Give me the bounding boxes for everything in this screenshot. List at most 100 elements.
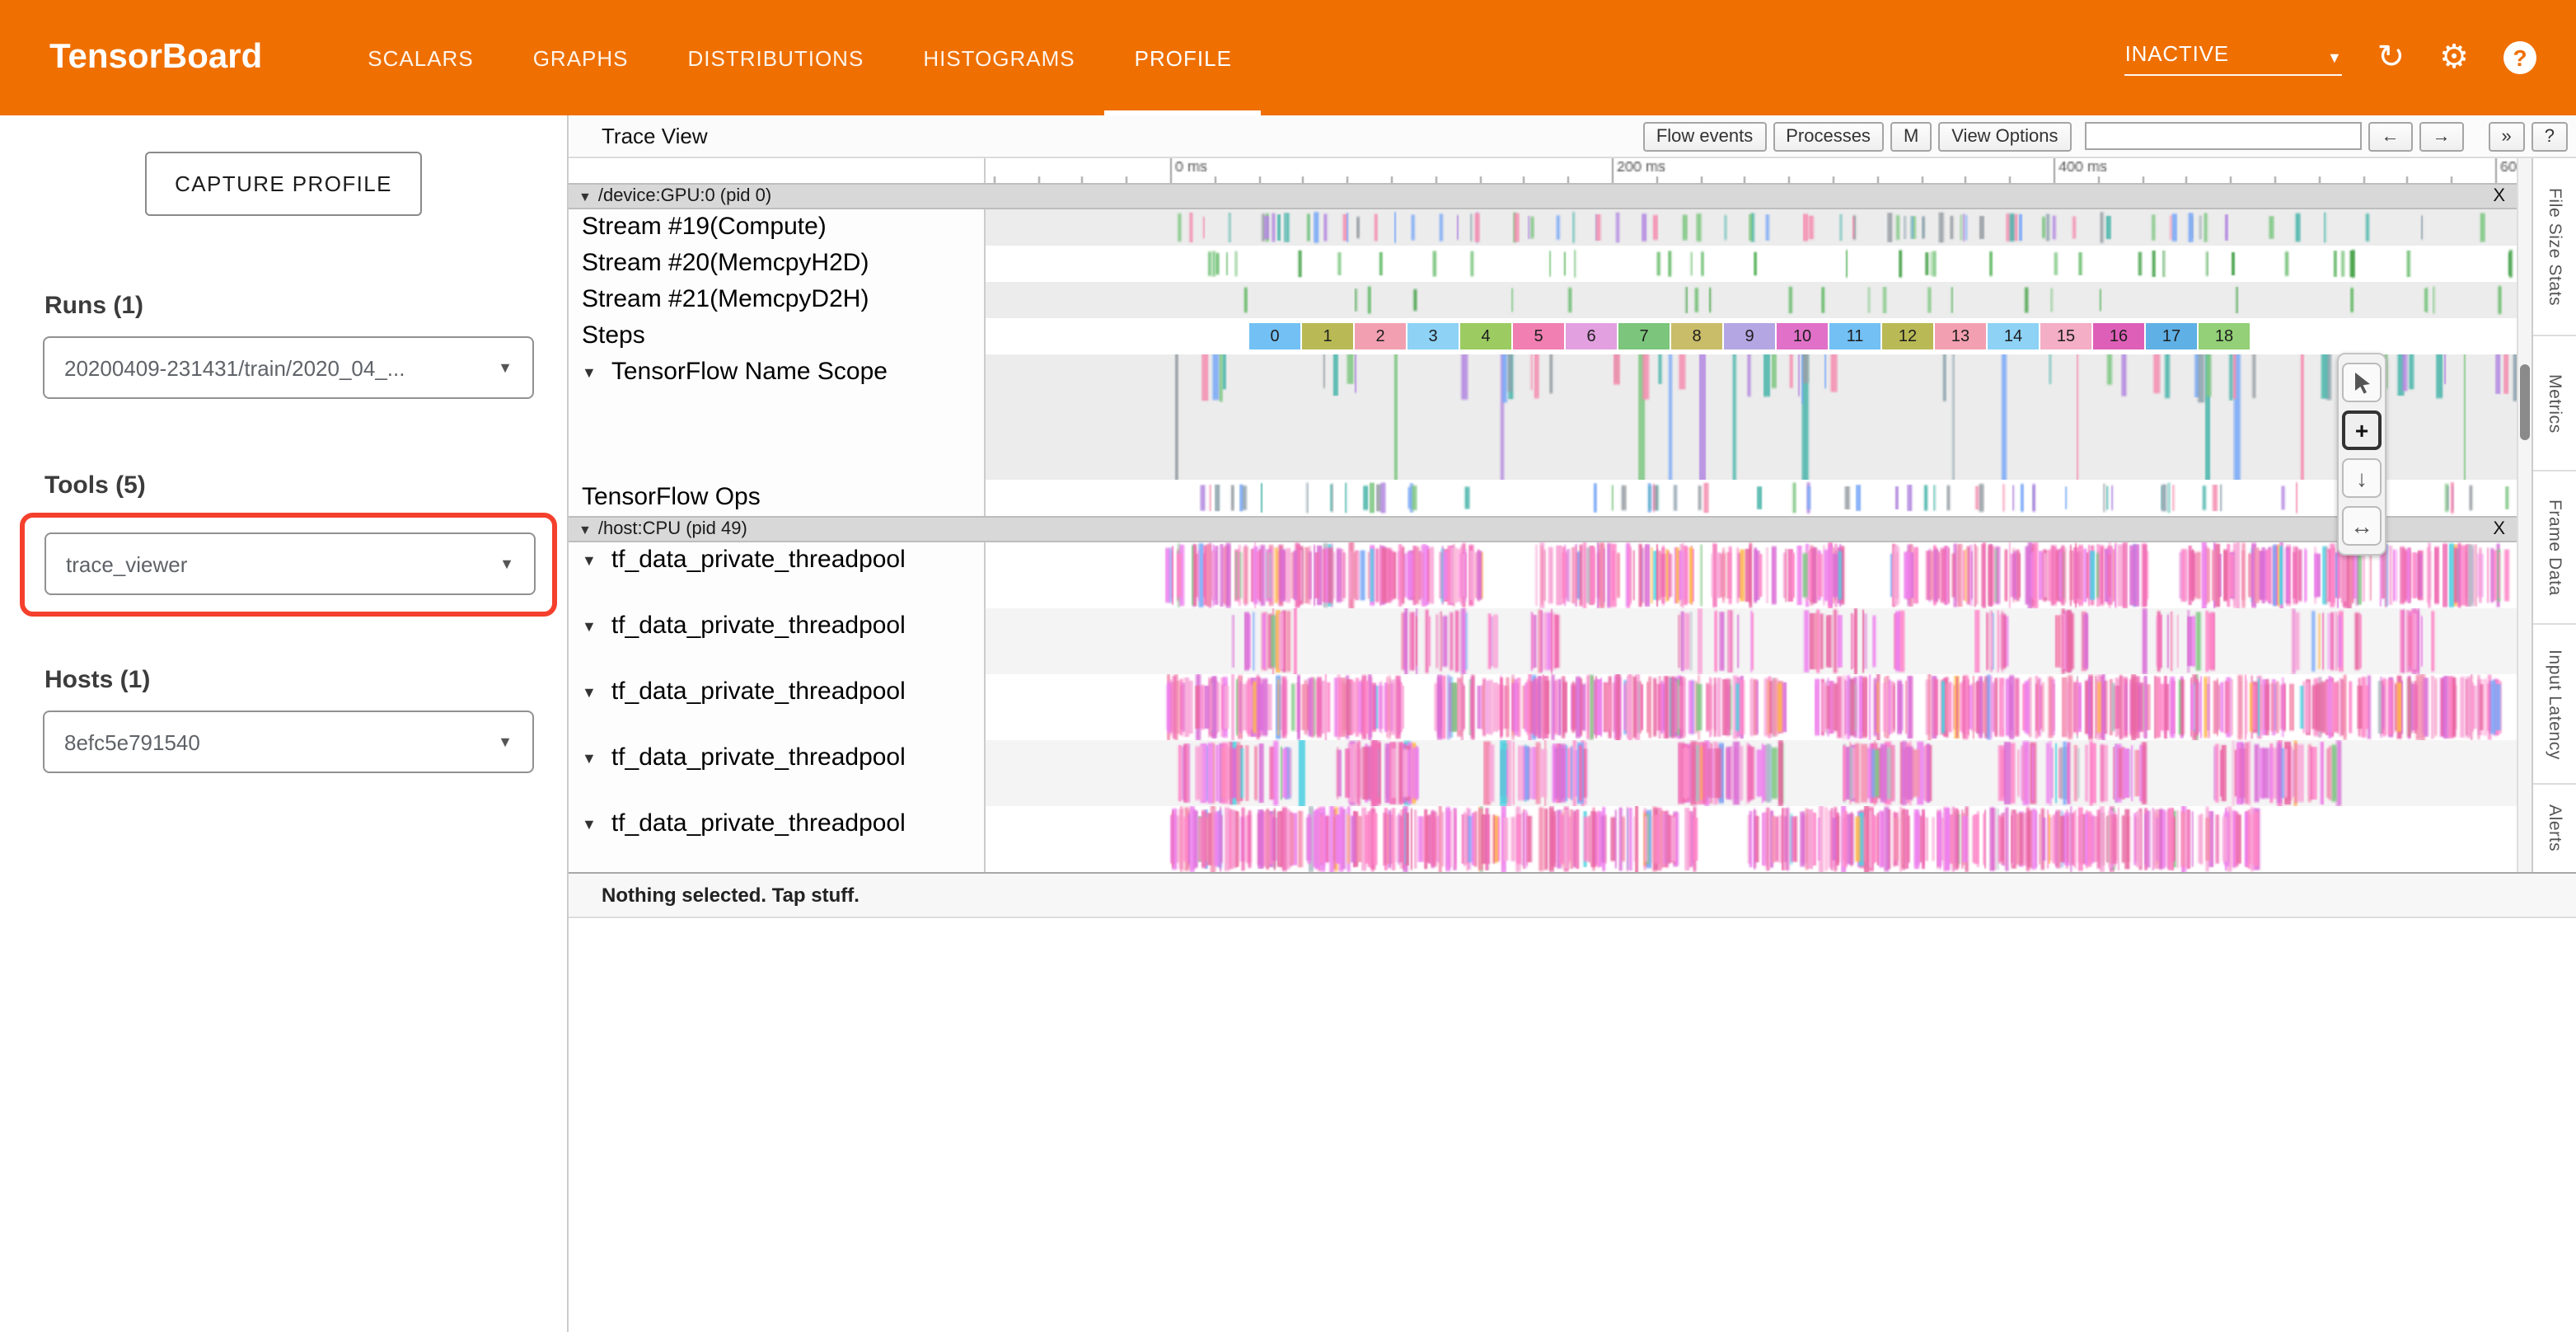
row-label-threadpool-5[interactable]: ▼ tf_data_private_threadpool	[569, 806, 986, 872]
close-icon[interactable]: X	[2493, 186, 2505, 206]
step-block[interactable]: 15	[2040, 323, 2091, 349]
row-track	[986, 246, 2517, 282]
refresh-icon[interactable]: ↻	[2377, 41, 2405, 74]
trace-row-threadpool: ▼ tf_data_private_threadpool	[569, 674, 2517, 740]
step-block[interactable]: 12	[1882, 323, 1933, 349]
trace-row-canvas[interactable]	[986, 480, 2517, 516]
scrollbar-thumb[interactable]	[2520, 364, 2530, 440]
timing-tool-button[interactable]: ↔	[2342, 506, 2382, 546]
trace-row-canvas[interactable]	[986, 674, 2517, 740]
pan-tool-button[interactable]: +	[2342, 410, 2382, 450]
row-label-threadpool-3[interactable]: ▼ tf_data_private_threadpool	[569, 674, 986, 740]
row-track	[986, 806, 2517, 872]
step-block[interactable]: 1	[1302, 323, 1353, 349]
trace-row-canvas[interactable]	[986, 542, 2517, 608]
trace-help-button[interactable]: ?	[2532, 121, 2568, 151]
step-block[interactable]: 14	[1988, 323, 2039, 349]
view-options-button[interactable]: View Options	[1938, 121, 2071, 151]
row-label-tensorflow-name-scope[interactable]: ▼ TensorFlow Name Scope	[569, 354, 986, 480]
find-next-button[interactable]: →	[2419, 121, 2464, 151]
row-label-threadpool-2[interactable]: ▼ tf_data_private_threadpool	[569, 608, 986, 674]
collapse-arrow-icon: ▼	[582, 364, 597, 381]
flow-events-button[interactable]: Flow events	[1643, 121, 1766, 151]
collapse-controls-button[interactable]: »	[2489, 121, 2525, 151]
detail-empty-area	[569, 918, 2576, 1332]
row-track	[986, 209, 2517, 246]
row-label-stream-21[interactable]: Stream #21(MemcpyD2H)	[569, 282, 986, 318]
row-label-text: tf_data_private_threadpool	[611, 678, 906, 706]
trace-view-title: Trace View	[602, 124, 708, 148]
trace-toolbar: Trace View Flow events Processes M View …	[569, 115, 2576, 158]
step-block[interactable]: 4	[1460, 323, 1511, 349]
tab-scalars[interactable]: SCALARS	[338, 0, 503, 115]
selection-tool-button[interactable]	[2342, 363, 2382, 402]
gpu-section-header[interactable]: ▼ /device:GPU:0 (pid 0) X	[569, 183, 2517, 209]
trace-search-input[interactable]	[2085, 122, 2362, 150]
chevron-down-icon: ▼	[2327, 49, 2343, 65]
find-previous-button[interactable]: ←	[2368, 121, 2413, 151]
step-block[interactable]: 17	[2146, 323, 2197, 349]
trace-row-canvas[interactable]	[986, 282, 2517, 318]
step-block[interactable]: 10	[1777, 323, 1828, 349]
trace-vertical-scrollbar[interactable]	[2517, 158, 2532, 872]
step-block[interactable]: 0	[1249, 323, 1300, 349]
collapse-arrow-icon: ▼	[578, 522, 592, 537]
trace-row: TensorFlow Ops	[569, 480, 2517, 516]
tab-profile[interactable]: PROFILE	[1105, 0, 1262, 115]
tools-select-value: trace_viewer	[66, 551, 187, 576]
capture-profile-button[interactable]: CAPTURE PROFILE	[145, 152, 422, 216]
gpu-section-title: /device:GPU:0 (pid 0)	[598, 186, 771, 206]
collapse-arrow-icon: ▼	[578, 189, 592, 204]
trace-row-canvas[interactable]	[986, 246, 2517, 282]
detail-pane: Nothing selected. Tap stuff.	[569, 872, 2576, 1332]
cpu-section-header[interactable]: ▼ /host:CPU (pid 49) X	[569, 516, 2517, 542]
trace-row-canvas[interactable]	[986, 806, 2517, 872]
row-label-steps[interactable]: Steps	[569, 318, 986, 354]
step-block[interactable]: 11	[1829, 323, 1880, 349]
tab-graphs[interactable]: GRAPHS	[503, 0, 658, 115]
collapse-arrow-icon: ▼	[582, 750, 597, 767]
side-tab-input-latency[interactable]: Input Latency	[2533, 625, 2576, 785]
step-block[interactable]: 5	[1513, 323, 1564, 349]
step-block[interactable]: 7	[1618, 323, 1670, 349]
step-block[interactable]: 8	[1671, 323, 1722, 349]
step-block[interactable]: 3	[1407, 323, 1459, 349]
metadata-button[interactable]: M	[1890, 121, 1932, 151]
chevron-down-icon: ▼	[498, 734, 513, 750]
step-block[interactable]: 16	[2093, 323, 2144, 349]
row-label-tensorflow-ops[interactable]: TensorFlow Ops	[569, 480, 986, 516]
hosts-select-value: 8efc5e791540	[64, 729, 200, 754]
trace-row-canvas[interactable]	[986, 354, 2517, 480]
side-tab-alerts[interactable]: Alerts	[2533, 785, 2576, 872]
tools-select[interactable]: trace_viewer ▼	[44, 532, 536, 595]
runs-select[interactable]: 20200409-231431/train/2020_04_... ▼	[43, 336, 534, 399]
step-block[interactable]: 13	[1935, 323, 1986, 349]
run-status-dropdown[interactable]: INACTIVE ▼	[2125, 40, 2343, 75]
runs-label: Runs (1)	[44, 292, 567, 320]
close-icon[interactable]: X	[2493, 519, 2505, 539]
help-icon[interactable]: ?	[2503, 41, 2536, 74]
side-tab-file-size-stats[interactable]: File Size Stats	[2533, 158, 2576, 336]
step-block[interactable]: 6	[1566, 323, 1617, 349]
tab-distributions[interactable]: DISTRIBUTIONS	[658, 0, 894, 115]
timeline-ruler[interactable]	[986, 158, 2517, 183]
trace-row-canvas[interactable]	[986, 608, 2517, 674]
side-tab-frame-data[interactable]: Frame Data	[2533, 471, 2576, 625]
row-label-text: tf_data_private_threadpool	[611, 809, 906, 837]
row-label-stream-20[interactable]: Stream #20(MemcpyH2D)	[569, 246, 986, 282]
row-label-threadpool-4[interactable]: ▼ tf_data_private_threadpool	[569, 740, 986, 806]
gear-icon[interactable]: ⚙	[2439, 41, 2469, 74]
row-label-threadpool-1[interactable]: ▼ tf_data_private_threadpool	[569, 542, 986, 608]
trace-row-name-scope: ▼ TensorFlow Name Scope	[569, 354, 2517, 480]
step-block[interactable]: 9	[1724, 323, 1775, 349]
zoom-tool-button[interactable]: ↓	[2342, 458, 2382, 498]
trace-row-canvas[interactable]	[986, 740, 2517, 806]
row-label-stream-19[interactable]: Stream #19(Compute)	[569, 209, 986, 246]
side-tab-metrics[interactable]: Metrics	[2533, 336, 2576, 471]
trace-row-canvas[interactable]	[986, 209, 2517, 246]
step-block[interactable]: 18	[2199, 323, 2250, 349]
tab-histograms[interactable]: HISTOGRAMS	[893, 0, 1104, 115]
processes-button[interactable]: Processes	[1773, 121, 1884, 151]
step-block[interactable]: 2	[1355, 323, 1406, 349]
hosts-select[interactable]: 8efc5e791540 ▼	[43, 711, 534, 773]
